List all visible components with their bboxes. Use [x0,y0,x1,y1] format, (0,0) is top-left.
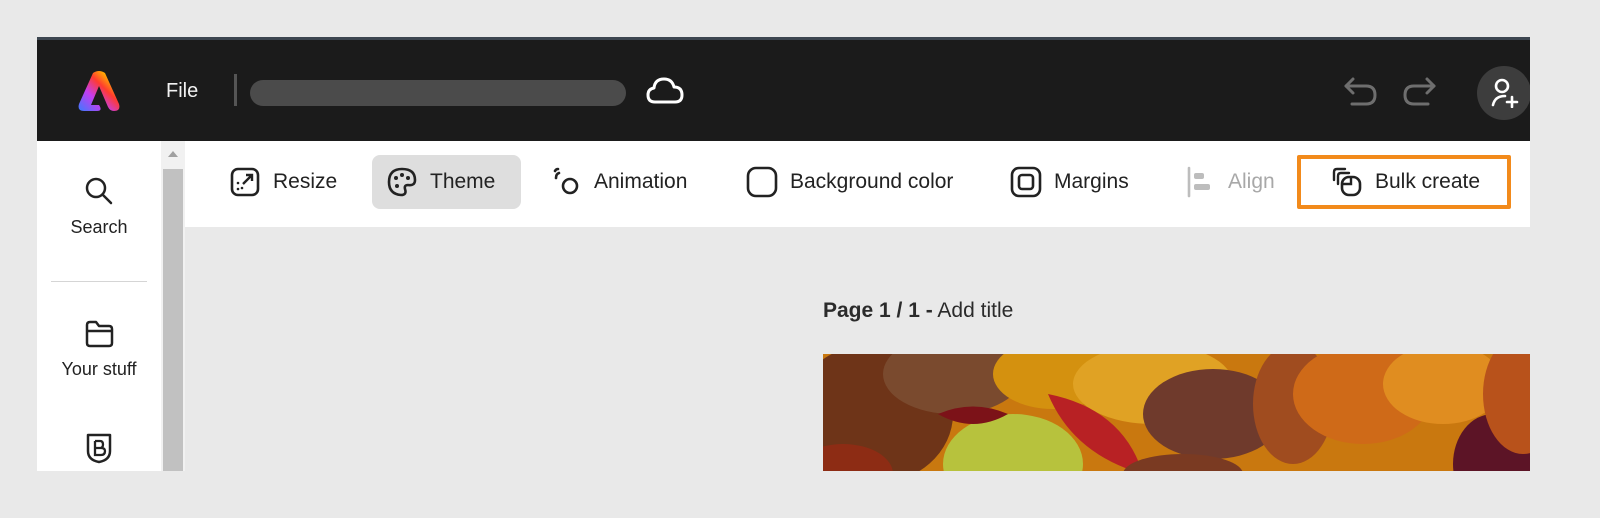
page-label: Page 1 / 1 - Add title [823,299,1013,323]
tool-label: Margins [1054,170,1129,193]
tool-label: Resize [273,170,338,193]
tool-label: Bulk create [1375,170,1481,193]
animation-icon [553,167,579,195]
context-toolbar: Resize Theme Animation Background color [185,141,1530,227]
sidebar-item-label: Search [70,217,128,237]
app-window: File Search Your stuff Resize Theme Anim… [37,37,1530,471]
divider [234,74,237,106]
tool-label: Align [1228,170,1275,193]
cloud-icon[interactable] [645,74,685,108]
page-number: Page 1 / 1 - [823,299,933,322]
sidebar-item-brand[interactable] [37,431,161,471]
scrollbar-thumb[interactable] [163,169,183,471]
sidebar-scrollbar[interactable] [161,141,185,471]
top-bar: File [37,37,1530,141]
user-add-icon [1491,78,1519,108]
align-icon [1187,166,1210,198]
align-button[interactable]: Align [1170,155,1289,209]
sidebar-divider [51,281,147,282]
background-color-button[interactable]: Background color [732,155,967,209]
tool-label: Animation [594,170,688,193]
left-sidebar: Search Your stuff [37,141,161,471]
file-menu[interactable]: File [166,80,198,103]
palette-icon [387,167,417,197]
document-name-field[interactable] [250,80,626,106]
margins-button[interactable]: Margins [996,155,1143,209]
square-icon [746,166,778,198]
invite-button[interactable] [1477,66,1530,120]
page-title-input[interactable]: Add title [937,299,1013,322]
theme-button[interactable]: Theme [372,155,521,209]
animation-button[interactable]: Animation [536,155,701,209]
autumn-leaves-artwork [823,354,1530,471]
tool-label: Background color [790,170,954,193]
search-icon [85,177,113,205]
adobe-express-logo-icon[interactable] [77,70,121,112]
undo-icon[interactable] [1340,74,1380,110]
margins-icon [1010,166,1042,198]
resize-button[interactable]: Resize [215,155,351,209]
sidebar-item-your-stuff[interactable]: Your stuff [37,319,161,380]
folder-icon [85,320,114,348]
resize-icon [230,167,260,197]
bulk-create-button[interactable]: Bulk create [1297,155,1511,209]
sidebar-item-search[interactable]: Search [37,175,161,238]
bulk-create-icon [1332,167,1362,197]
canvas-area: Page 1 / 1 - Add title [185,227,1530,471]
autumn-leaves-image[interactable] [823,354,1530,471]
redo-icon[interactable] [1400,74,1440,110]
sidebar-item-label: Your stuff [61,359,137,379]
scroll-up-arrow-icon[interactable] [161,141,185,167]
tool-label: Theme [430,170,496,193]
brand-icon [86,433,112,464]
